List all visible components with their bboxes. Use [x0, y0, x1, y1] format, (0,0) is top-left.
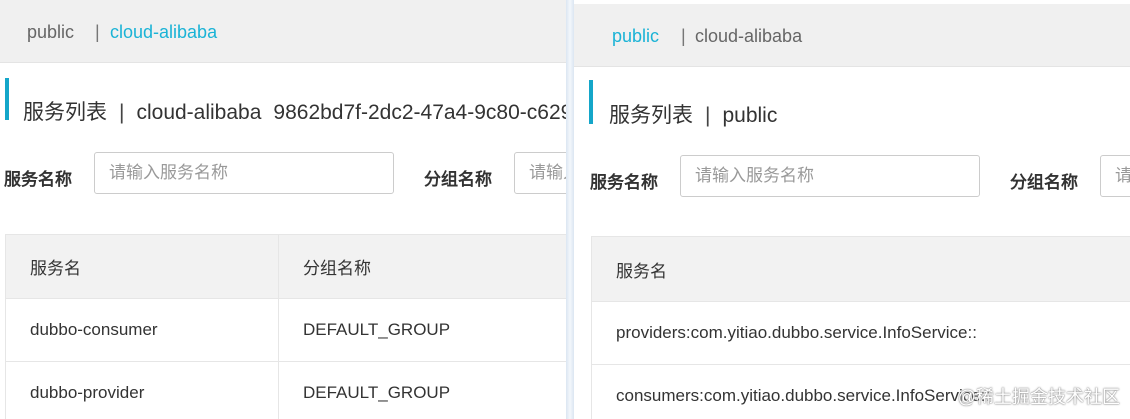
column-header-service: 服务名 — [30, 259, 81, 278]
group-name-label: 分组名称 — [424, 170, 492, 189]
title-accent-bar — [5, 78, 9, 120]
service-name-cell: consumers:com.yitiao.dubbo.service.InfoS… — [616, 386, 991, 405]
namespace-id: 9862bd7f-2dc2-47a4-9c80-c629 — [273, 101, 566, 124]
namespace-name: public — [722, 104, 778, 127]
namespace-bar: public | cloud-alibaba — [0, 0, 566, 63]
panel-divider — [566, 0, 574, 419]
title-accent-bar — [589, 80, 593, 124]
table-header-row: 服务名 分组名称 — [6, 235, 566, 299]
group-name-cell: DEFAULT_GROUP — [278, 299, 566, 361]
service-name-label: 服务名称 — [4, 170, 72, 189]
namespace-tab-cloud-alibaba[interactable]: cloud-alibaba — [110, 22, 217, 43]
namespace-bar: public | cloud-alibaba — [574, 4, 1130, 67]
namespace-separator: | — [95, 22, 100, 42]
left-panel: public | cloud-alibaba 服务列表 | cloud-alibab… — [0, 0, 566, 419]
service-table: 服务名 分组名称 dubbo-consumer DEFAULT_GROUP du… — [5, 234, 566, 419]
group-name-label: 分组名称 — [1010, 173, 1078, 192]
service-name-input[interactable]: 请输入服务名称 — [680, 155, 980, 197]
namespace-tab-public[interactable]: public — [612, 26, 659, 47]
namespace-tab-cloud-alibaba[interactable]: cloud-alibaba — [695, 26, 802, 47]
service-name-label: 服务名称 — [590, 173, 658, 192]
group-name-input[interactable]: 请输入分组名称 — [514, 152, 566, 194]
right-panel: public | cloud-alibaba 服务列表 | public 服务名称 … — [574, 0, 1130, 419]
page-title-text: 服务列表 — [23, 101, 107, 124]
page-title: 服务列表 | public — [609, 99, 777, 129]
page-title: 服务列表 | cloud-alibaba 9862bd7f-2dc2-47a4-9c8… — [23, 96, 566, 126]
namespace-separator: | — [681, 26, 686, 46]
table-row[interactable]: providers:com.yitiao.dubbo.service.InfoS… — [592, 302, 1130, 365]
table-header-row: 服务名 — [592, 237, 1130, 302]
namespace-name: cloud-alibaba — [136, 101, 262, 124]
table-row[interactable]: dubbo-provider DEFAULT_GROUP — [6, 362, 566, 419]
watermark: @稀土掘金技术社区 — [957, 387, 1120, 407]
service-name-cell: dubbo-provider — [30, 383, 145, 402]
title-separator: | — [705, 104, 711, 127]
service-name-cell: dubbo-consumer — [30, 320, 158, 339]
column-header-group: 分组名称 — [278, 235, 566, 298]
group-name-input[interactable]: 请输入分组名称 — [1100, 155, 1130, 197]
page-title-text: 服务列表 — [609, 104, 693, 127]
service-name-input[interactable]: 请输入服务名称 — [94, 152, 394, 194]
group-name-cell: DEFAULT_GROUP — [278, 362, 566, 419]
column-header-service: 服务名 — [616, 261, 667, 281]
namespace-tab-public[interactable]: public — [27, 22, 74, 43]
title-separator: | — [119, 101, 125, 124]
service-name-cell: providers:com.yitiao.dubbo.service.InfoS… — [616, 323, 977, 342]
table-row[interactable]: dubbo-consumer DEFAULT_GROUP — [6, 299, 566, 362]
